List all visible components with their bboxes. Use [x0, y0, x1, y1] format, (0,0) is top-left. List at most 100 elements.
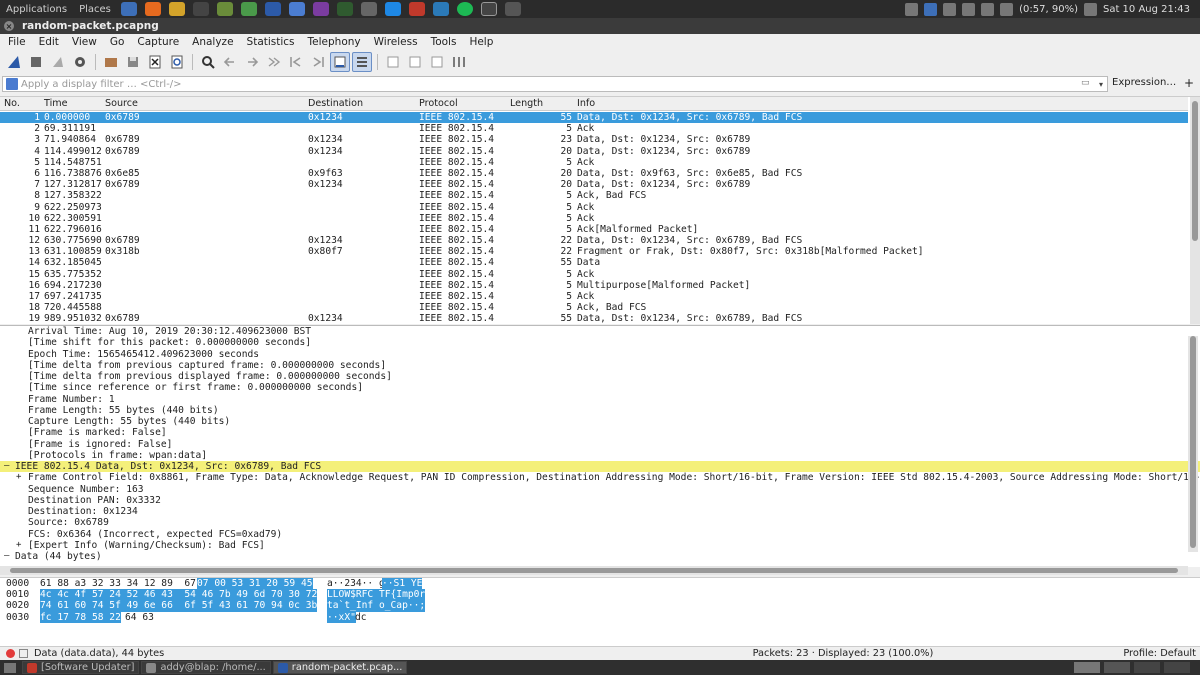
close-icon[interactable]: × [4, 21, 14, 31]
files-icon[interactable] [216, 2, 233, 16]
expression-button[interactable]: Expression… [1112, 77, 1176, 88]
filter-dropdown-icon[interactable]: ▾ [1095, 80, 1107, 89]
keyboard-icon[interactable] [962, 2, 976, 16]
bytes-ascii-sel[interactable]: LLOW$RFC TF{Imp0r [327, 589, 426, 601]
menu-help[interactable]: Help [461, 36, 498, 48]
launcher-icon[interactable] [120, 2, 137, 16]
packet-row[interactable]: 14 632.185045 IEEE 802.15.4 55 Data [0, 257, 1188, 268]
bytes-hex-plain[interactable]: 61 88 a3 32 33 34 12 89 67 [40, 578, 196, 589]
detail-row[interactable]: — Data (44 bytes) [0, 551, 1200, 562]
bytes-ascii-sel[interactable]: ta`t_Inf o_Cap··; [327, 600, 426, 612]
app-icon[interactable] [432, 2, 449, 16]
go-back-icon[interactable] [220, 52, 240, 72]
col-destination[interactable]: Destination [308, 98, 363, 109]
detail-row[interactable]: FCS: 0x6364 (Incorrect, expected FCS=0xa… [0, 529, 1200, 540]
stop-capture-icon[interactable] [26, 52, 46, 72]
menu-statistics[interactable]: Statistics [239, 36, 300, 48]
reload-file-icon[interactable] [167, 52, 187, 72]
detail-row[interactable]: [Protocols in frame: wpan:data] [0, 450, 1200, 461]
packet-row[interactable]: 18 720.445588 IEEE 802.15.4 5 Ack, Bad FCS [0, 302, 1188, 313]
menu-file[interactable]: File [0, 36, 31, 48]
add-filter-button[interactable]: + [1184, 76, 1194, 90]
find-packet-icon[interactable] [198, 52, 218, 72]
detail-row[interactable]: [Time delta from previous displayed fram… [0, 371, 1200, 382]
colorize-icon[interactable] [352, 52, 372, 72]
detail-row[interactable]: Destination PAN: 0x3332 [0, 495, 1200, 506]
detail-row[interactable]: Sequence Number: 163 [0, 484, 1200, 495]
bytes-offset[interactable]: 0000 [6, 578, 29, 589]
expand-icon[interactable]: + [16, 472, 21, 483]
terminal-icon[interactable] [192, 2, 209, 16]
workspace-3-icon[interactable] [1134, 662, 1160, 673]
menu-wireless[interactable]: Wireless [366, 36, 423, 48]
bytes-hex-plain[interactable]: 64 63 [125, 612, 154, 623]
cube-tray-icon[interactable] [905, 2, 919, 16]
battery-icon[interactable] [1000, 2, 1014, 16]
col-source[interactable]: Source [105, 98, 138, 109]
menu-tools[interactable]: Tools [423, 36, 462, 48]
cube-icon[interactable] [360, 2, 377, 16]
task-software-updater[interactable]: [Software Updater] [22, 661, 140, 674]
detail-row[interactable]: + Frame Control Field: 0x8861, Frame Type… [0, 472, 1200, 483]
packet-row[interactable]: 4 114.499012 0x6789 0x1234 IEEE 802.15.4 20 Da… [0, 146, 1188, 157]
bookmark-icon[interactable] [6, 78, 18, 90]
detail-row[interactable]: [Time shift for this packet: 0.000000000… [0, 337, 1200, 348]
bytes-hex-sel[interactable]: 4c 4c 4f 57 24 52 46 43 54 46 7b 49 6d 7… [40, 589, 318, 601]
packet-row[interactable]: 17 697.241735 IEEE 802.15.4 5 Ack [0, 291, 1188, 302]
menu-edit[interactable]: Edit [31, 36, 64, 48]
show-desktop-icon[interactable] [4, 662, 16, 673]
bytes-hex-sel[interactable]: 07 00 53 31 20 59 45 [197, 578, 313, 590]
go-forward-icon[interactable] [242, 52, 262, 72]
expert-info-icon[interactable] [6, 649, 15, 658]
detail-row[interactable]: + [Expert Info (Warning/Checksum): Bad FC… [0, 540, 1200, 551]
app-icon[interactable] [504, 2, 521, 16]
detail-row[interactable]: — IEEE 802.15.4 Data, Dst: 0x1234, Src: 0… [0, 461, 1200, 473]
bytes-offset[interactable]: 0010 [6, 589, 29, 600]
packet-row[interactable]: 5 114.548751 IEEE 802.15.4 5 Ack [0, 157, 1188, 168]
bytes-ascii-plain[interactable]: dc [355, 612, 367, 623]
resize-columns-icon[interactable] [449, 52, 469, 72]
close-file-icon[interactable] [145, 52, 165, 72]
display-filter-input[interactable]: Apply a display filter … <Ctrl-/> ▭ ▾ [2, 76, 1108, 92]
browser-icon[interactable] [144, 2, 161, 16]
detail-row[interactable]: Capture Length: 55 bytes (440 bits) [0, 416, 1200, 427]
bytes-hex-sel[interactable]: 74 61 60 74 5f 49 6e 66 6f 5f 43 61 70 9… [40, 600, 318, 612]
packet-row[interactable]: 19 989.951032 0x6789 0x1234 IEEE 802.15.4 55 D… [0, 313, 1188, 324]
detail-row[interactable]: Source: 0x6789 [0, 517, 1200, 528]
col-no[interactable]: No. [4, 98, 20, 109]
volume-icon[interactable] [1083, 2, 1097, 16]
packet-row[interactable]: 13 631.100859 0x318b 0x80f7 IEEE 802.15.4 22 F… [0, 246, 1188, 257]
search-tray-icon[interactable] [943, 2, 957, 16]
app-icon[interactable] [480, 2, 497, 16]
packet-row[interactable]: 3 71.940864 0x6789 0x1234 IEEE 802.15.4 23 Dat… [0, 134, 1188, 145]
col-protocol[interactable]: Protocol [419, 98, 458, 109]
network-icon[interactable] [981, 2, 995, 16]
packet-row[interactable]: 6 116.738876 0x6e85 0x9f63 IEEE 802.15.4 20 Da… [0, 168, 1188, 179]
packet-row[interactable]: 11 622.796016 IEEE 802.15.4 5 Ack[Malformed … [0, 224, 1188, 235]
app-icon[interactable] [288, 2, 305, 16]
col-info[interactable]: Info [577, 98, 595, 109]
detail-row[interactable]: Arrival Time: Aug 10, 2019 20:30:12.4096… [0, 326, 1200, 337]
app-icon[interactable] [240, 2, 257, 16]
open-file-icon[interactable] [101, 52, 121, 72]
detail-row[interactable]: [Frame is marked: False] [0, 427, 1200, 438]
detail-row[interactable]: Destination: 0x1234 [0, 506, 1200, 517]
menu-view[interactable]: View [64, 36, 102, 48]
task-wireshark[interactable]: random-packet.pcap... [272, 661, 408, 674]
col-length[interactable]: Length [510, 98, 543, 109]
bytes-ascii-sel[interactable]: ··S1 YE [382, 578, 423, 590]
packet-row[interactable]: 12 630.775690 0x6789 0x1234 IEEE 802.15.4 22 D… [0, 235, 1188, 246]
app-icon[interactable] [384, 2, 401, 16]
status-profile[interactable]: Profile: Default [1123, 648, 1196, 659]
col-time[interactable]: Time [44, 98, 67, 109]
go-to-packet-icon[interactable] [264, 52, 284, 72]
task-terminal[interactable]: addy@blap: /home/... [141, 661, 271, 674]
packet-row[interactable]: 1 0.000000 0x6789 0x1234 IEEE 802.15.4 55 Data… [0, 112, 1188, 124]
bytes-ascii-plain[interactable]: a··234·· g [327, 578, 385, 589]
packet-row[interactable]: 9 622.250973 IEEE 802.15.4 5 Ack [0, 202, 1188, 213]
last-packet-icon[interactable] [308, 52, 328, 72]
packet-list-scrollbar[interactable] [1190, 97, 1200, 324]
workspace-1-icon[interactable] [1074, 662, 1100, 673]
restart-capture-icon[interactable] [48, 52, 68, 72]
packet-row[interactable]: 10 622.300591 IEEE 802.15.4 5 Ack [0, 213, 1188, 224]
